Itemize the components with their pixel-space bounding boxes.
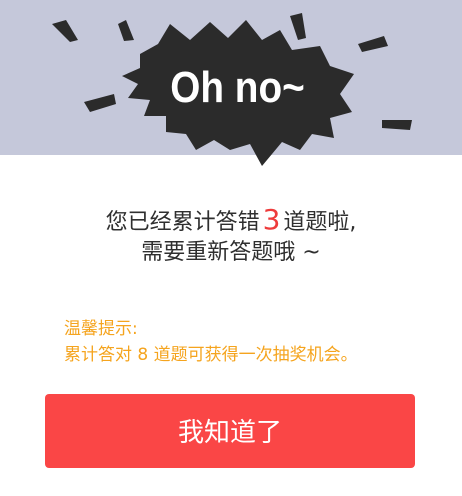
message-line-1: 您已经累计答错 3 道题啦, (0, 205, 462, 238)
shard-shape (52, 20, 78, 42)
tip-body: 累计答对 8 道题可获得一次抽奖机会。 (64, 345, 358, 365)
shard-shape (382, 120, 412, 130)
tip-title: 温馨提示: (64, 319, 138, 339)
shard-shape (84, 94, 116, 112)
message-suffix: 道题啦, (283, 210, 357, 235)
shard-shape (118, 20, 134, 41)
shard-shape (290, 13, 306, 40)
tip-box: 温馨提示: 累计答对 8 道题可获得一次抽奖机会。 (64, 316, 358, 368)
message-prefix: 您已经累计答错 (105, 210, 260, 235)
message-line-2: 需要重新答题哦 ~ (141, 240, 321, 265)
shard-shape (358, 36, 388, 52)
confirm-button[interactable]: 我知道了 (45, 394, 415, 468)
burst-title: Oh no~ (170, 63, 305, 112)
header-banner: Oh no~ (0, 0, 462, 166)
error-message: 您已经累计答错 3 道题啦, 需要重新答题哦 ~ (0, 205, 462, 268)
wrong-count: 3 (262, 203, 281, 236)
alert-dialog: Oh no~ 您已经累计答错 3 道题啦, 需要重新答题哦 ~ 温馨提示: 累计答对… (0, 0, 462, 496)
